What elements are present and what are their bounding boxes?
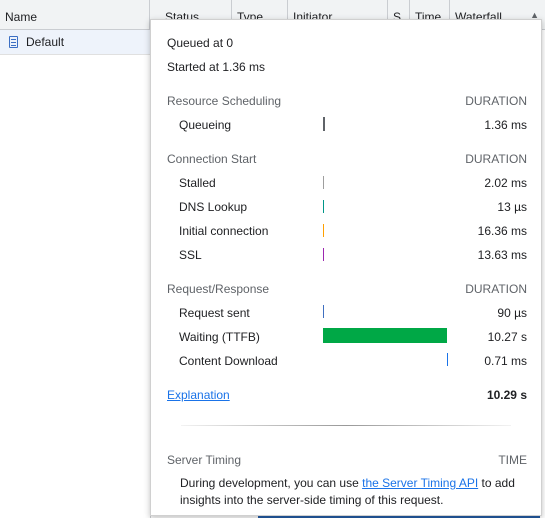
timing-value-ssl: 13.63 ms [477, 248, 527, 262]
timing-label-stalled: Stalled [179, 176, 216, 190]
timing-bar-dns-lookup [323, 200, 324, 213]
section-divider [181, 425, 511, 426]
timing-value-queueing: 1.36 ms [484, 118, 527, 132]
started-at-text: Started at 1.36 ms [167, 60, 266, 74]
timing-value-dns-lookup: 13 µs [497, 200, 527, 214]
timing-value-stalled: 2.02 ms [484, 176, 527, 190]
explanation-link[interactable]: Explanation [167, 388, 230, 402]
total-duration: 10.29 s [486, 388, 527, 402]
server-timing-api-link[interactable]: the Server Timing API [362, 476, 478, 490]
duration-header: DURATION [465, 282, 527, 296]
timing-label-dns-lookup: DNS Lookup [179, 200, 248, 214]
timing-label-queueing: Queueing [179, 118, 232, 132]
queued-at-text: Queued at 0 [167, 36, 234, 50]
timing-bar-request-sent [323, 305, 324, 318]
section-title-server-timing: Server Timing [167, 453, 242, 467]
request-name: Default [26, 35, 65, 49]
timing-label-content-download: Content Download [179, 354, 278, 368]
timing-value-content-download: 0.71 ms [484, 354, 527, 368]
column-header-name[interactable]: Name [0, 0, 150, 29]
timing-popover: Queued at 0 Started at 1.36 ms Resource … [150, 19, 542, 516]
timing-label-initial-connection: Initial connection [179, 224, 269, 238]
timing-value-initial-connection: 16.36 ms [477, 224, 527, 238]
server-timing-note-start: During development, you can use [180, 476, 363, 490]
timing-bar-initial-connection [323, 224, 324, 237]
timing-value-request-sent: 90 µs [497, 306, 527, 320]
timing-bar-ssl [323, 248, 324, 261]
timing-bar-stalled [323, 176, 324, 189]
time-header: TIME [498, 453, 527, 467]
duration-header: DURATION [465, 94, 527, 108]
timing-value-waiting-ttfb: 10.27 s [487, 330, 527, 344]
duration-header: DURATION [465, 152, 527, 166]
timing-bar-queueing [323, 117, 325, 131]
timing-bar-content-download [447, 353, 448, 366]
timing-label-ssl: SSL [179, 248, 202, 262]
document-icon [9, 36, 18, 48]
timing-label-waiting-ttfb: Waiting (TTFB) [179, 330, 260, 344]
timing-label-request-sent: Request sent [179, 306, 250, 320]
table-row[interactable]: Default [0, 30, 150, 55]
section-title-request-response: Request/Response [167, 282, 270, 296]
section-title-connection-start: Connection Start [167, 152, 257, 166]
server-timing-note: During development, you can use the Serv… [180, 475, 520, 509]
timing-bar-waiting-ttfb [323, 328, 447, 343]
section-title-resource-scheduling: Resource Scheduling [167, 94, 282, 108]
